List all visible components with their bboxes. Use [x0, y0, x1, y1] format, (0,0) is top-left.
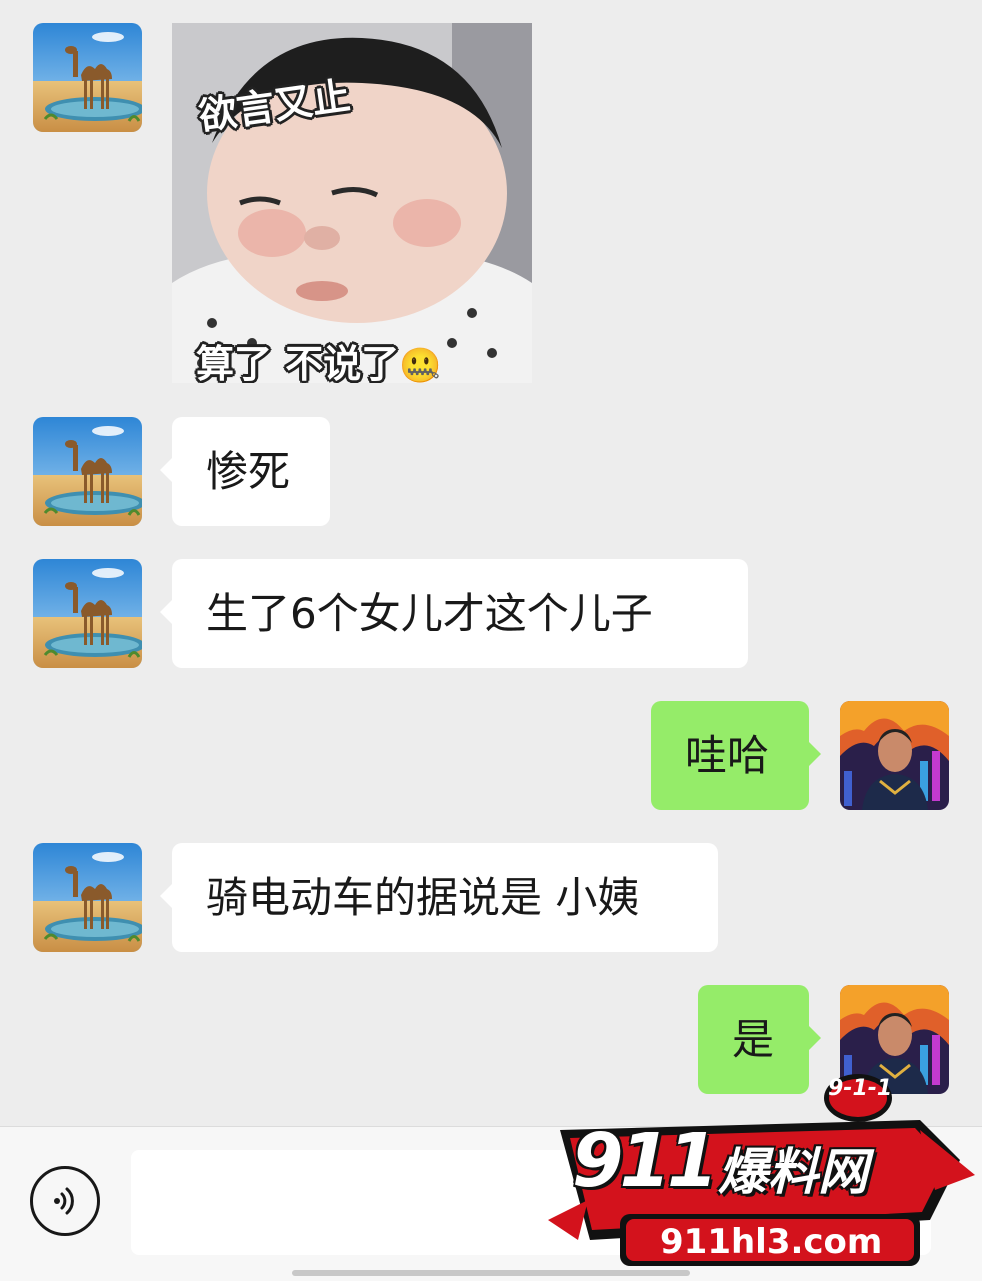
watermark-logo: 9-1-1 911 爆料网 911hl3.com: [540, 1070, 980, 1280]
sticker-bottom-caption: 算了 不说了🤐: [196, 333, 442, 383]
self-avatar-image: [840, 701, 949, 810]
sticker-message[interactable]: 欲言又止 算了 不说了🤐: [172, 23, 532, 383]
watermark-badge: 9-1-1: [828, 1076, 893, 1101]
watermark-number: 911: [572, 1118, 718, 1204]
camel-avatar-image: [33, 417, 142, 526]
voice-input-button[interactable]: [30, 1166, 100, 1236]
baby-sticker-image: [172, 23, 532, 383]
camel-avatar-image: [33, 843, 142, 952]
self-avatar[interactable]: [840, 701, 949, 810]
contact-avatar[interactable]: [33, 23, 142, 132]
message-bubble-incoming[interactable]: 惨死: [160, 417, 330, 526]
message-text: 惨死: [206, 446, 291, 496]
camel-avatar-image: [33, 23, 142, 132]
voice-icon: [54, 1187, 74, 1215]
message-bubble-incoming[interactable]: 骑电动车的据说是 小姨: [160, 843, 718, 952]
message-text: 生了6个女儿才这个儿子: [206, 588, 653, 638]
message-bubble-incoming[interactable]: 生了6个女儿才这个儿子: [160, 559, 748, 668]
message-bubble-outgoing[interactable]: 哇哈: [651, 701, 821, 810]
contact-avatar[interactable]: [33, 417, 142, 526]
contact-avatar[interactable]: [33, 843, 142, 952]
contact-avatar[interactable]: [33, 559, 142, 668]
message-text: 是: [732, 1014, 775, 1064]
message-text: 骑电动车的据说是 小姨: [206, 872, 640, 922]
watermark-url: 911hl3.com: [660, 1222, 883, 1262]
zipper-mouth-emoji-icon: 🤐: [399, 346, 442, 383]
watermark-name: 爆料网: [718, 1143, 868, 1201]
message-text: 哇哈: [685, 730, 770, 780]
camel-avatar-image: [33, 559, 142, 668]
